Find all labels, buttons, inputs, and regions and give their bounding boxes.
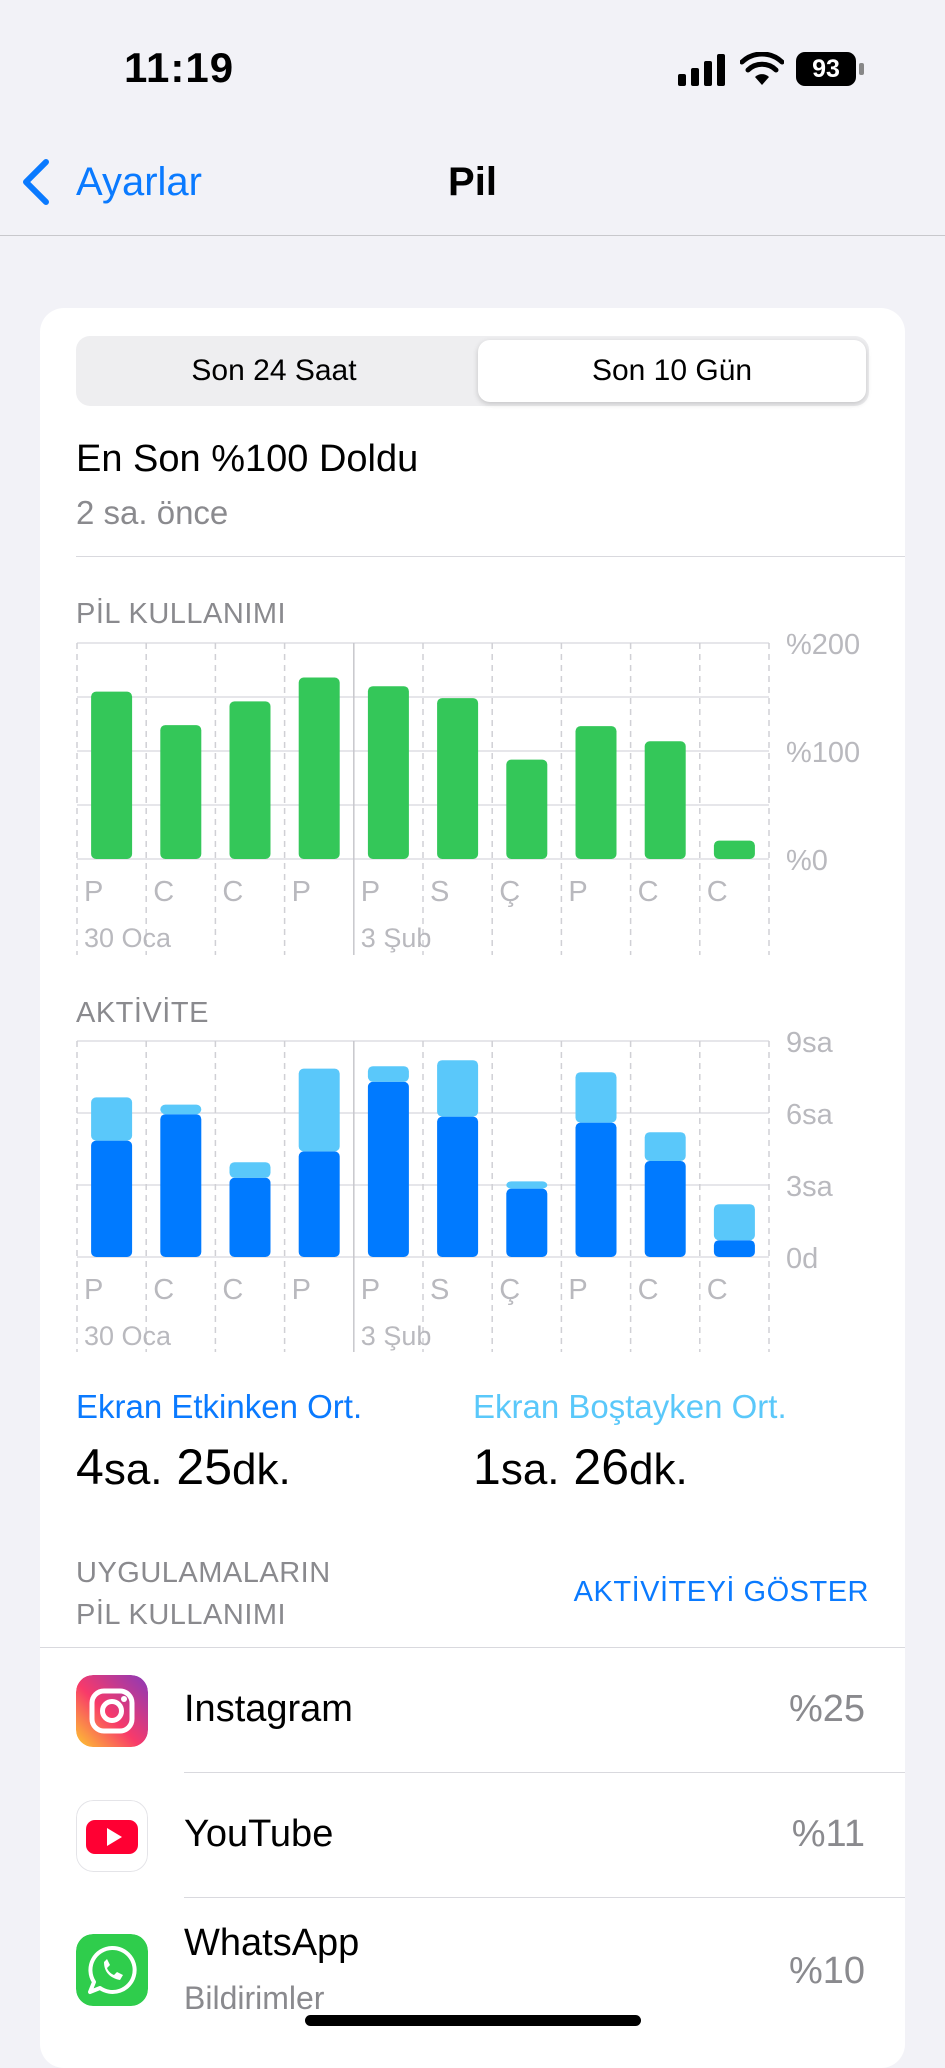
- y-tick-label: %0: [786, 845, 828, 877]
- x-tick-label: C: [638, 876, 659, 908]
- screen-active-minutes: 25: [176, 1439, 233, 1495]
- chart-bar: [644, 741, 686, 859]
- chart-bar: [91, 691, 133, 859]
- chart-bar: [506, 1181, 548, 1189]
- app-percent: %25: [788, 1688, 865, 1730]
- date-label: 30 Oca: [84, 1321, 172, 1351]
- chart-bar: [437, 1060, 479, 1117]
- app-percent: %11: [791, 1813, 865, 1855]
- screen-active-hours-unit: sa.: [103, 1445, 163, 1494]
- y-tick-label: 9sa: [786, 1027, 834, 1059]
- x-tick-label: Ç: [499, 876, 520, 908]
- chart-bar: [229, 1177, 271, 1257]
- chart-bar: [713, 1240, 755, 1257]
- app-row-instagram[interactable]: Instagram %25: [40, 1648, 905, 1772]
- app-row-whatsapp[interactable]: WhatsApp Bildirimler %10: [40, 1898, 905, 2022]
- x-tick-label: P: [292, 1274, 311, 1306]
- whatsapp-icon: [76, 1934, 148, 2006]
- screen-idle-value: 1sa. 26dk.: [473, 1438, 688, 1496]
- screen-idle-minutes: 26: [573, 1439, 630, 1495]
- y-tick-label: 6sa: [786, 1099, 834, 1131]
- x-tick-label: C: [222, 876, 243, 908]
- app-subtitle: Bildirimler: [184, 1980, 325, 2016]
- instagram-icon: [76, 1675, 148, 1747]
- x-tick-label: C: [707, 876, 728, 908]
- x-tick-label: S: [430, 1274, 449, 1306]
- chart-bar: [506, 1188, 548, 1257]
- x-tick-label: C: [153, 1274, 174, 1306]
- y-tick-label: 0d: [786, 1243, 818, 1275]
- youtube-icon: [76, 1800, 148, 1872]
- x-tick-label: P: [361, 1274, 380, 1306]
- chart-bar: [506, 759, 548, 859]
- chart-bar: [575, 1122, 617, 1257]
- chart-bar: [713, 840, 755, 859]
- app-percent: %10: [788, 1950, 865, 1992]
- x-tick-label: P: [361, 876, 380, 908]
- chart-bar: [298, 1068, 340, 1152]
- screen-idle-hours-unit: sa.: [500, 1445, 560, 1494]
- chart-bar: [644, 1161, 686, 1257]
- chart-bar: [160, 725, 202, 859]
- date-label: 3 Şub: [361, 923, 432, 953]
- x-tick-label: C: [222, 1274, 243, 1306]
- screen-active-hours: 4: [76, 1439, 104, 1495]
- chart-bar: [91, 1097, 133, 1141]
- screen-idle-label: Ekran Boştayken Ort.: [473, 1388, 787, 1425]
- x-tick-label: P: [568, 1274, 587, 1306]
- show-activity-button[interactable]: AKTİVİTEYİ GÖSTER: [574, 1576, 869, 1609]
- y-tick-label: %200: [786, 629, 860, 661]
- x-tick-label: P: [292, 876, 311, 908]
- chart-bar: [713, 1204, 755, 1241]
- chart-bar: [298, 1151, 340, 1257]
- x-tick-label: C: [707, 1274, 728, 1306]
- x-tick-label: P: [84, 1274, 103, 1306]
- y-tick-label: 3sa: [786, 1171, 834, 1203]
- app-name: Instagram: [184, 1688, 353, 1730]
- app-row-youtube[interactable]: YouTube %11: [40, 1773, 905, 1897]
- date-label: 30 Oca: [84, 923, 172, 953]
- apps-header-line1: UYGULAMALARIN: [76, 1557, 331, 1589]
- x-tick-label: C: [638, 1274, 659, 1306]
- app-name: WhatsApp: [184, 1922, 360, 1964]
- chart-bar: [160, 1104, 202, 1115]
- chart-bar: [644, 1132, 686, 1161]
- x-tick-label: C: [153, 876, 174, 908]
- chart-bar: [160, 1114, 202, 1257]
- apps-battery-usage-header: UYGULAMALARIN PİL KULLANIMI: [76, 1552, 331, 1636]
- screen-active-minutes-unit: dk.: [232, 1445, 291, 1494]
- home-indicator[interactable]: [305, 2015, 641, 2026]
- screen-idle-minutes-unit: dk.: [629, 1445, 688, 1494]
- chart-bar: [367, 686, 409, 859]
- date-label: 3 Şub: [361, 1321, 432, 1351]
- chart-bar: [367, 1066, 409, 1082]
- screen-idle-hours: 1: [473, 1439, 501, 1495]
- chart-bar: [575, 726, 617, 859]
- x-tick-label: S: [430, 876, 449, 908]
- chart-bar: [229, 701, 271, 859]
- app-name: YouTube: [184, 1813, 334, 1855]
- x-tick-label: Ç: [499, 1274, 520, 1306]
- chart-bar: [229, 1162, 271, 1178]
- x-tick-label: P: [568, 876, 587, 908]
- chart-bar: [367, 1081, 409, 1257]
- chart-bar: [437, 1116, 479, 1257]
- screen-active-value: 4sa. 25dk.: [76, 1438, 291, 1496]
- x-tick-label: P: [84, 876, 103, 908]
- chart-bar: [298, 677, 340, 859]
- chart-bar: [575, 1072, 617, 1123]
- screen-active-label: Ekran Etkinken Ort.: [76, 1388, 363, 1425]
- chart-bar: [437, 698, 479, 859]
- y-tick-label: %100: [786, 737, 860, 769]
- activity-label: AKTİVİTE: [76, 997, 209, 1029]
- chart-bar: [91, 1140, 133, 1257]
- apps-header-line2: PİL KULLANIMI: [76, 1599, 287, 1631]
